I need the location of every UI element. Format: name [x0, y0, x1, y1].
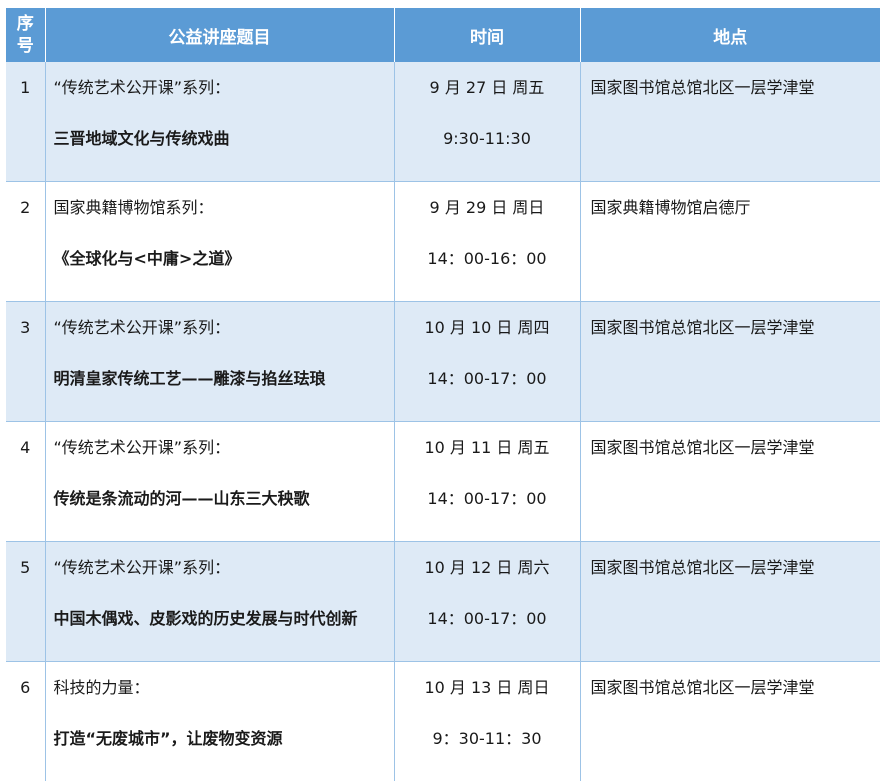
lecture-location-cell: 国家典籍博物馆启德厅: [580, 182, 880, 302]
lecture-date: 10 月 12 日 周六: [395, 558, 580, 609]
lecture-date: 10 月 13 日 周日: [395, 678, 580, 729]
table-body: 1 “传统艺术公开课”系列： 三晋地域文化与传统戏曲 9 月 27 日 周五 9…: [6, 62, 880, 781]
lecture-topic: 三晋地域文化与传统戏曲: [54, 129, 394, 149]
table-row: 4 “传统艺术公开课”系列： 传统是条流动的河——山东三大秧歌 10 月 11 …: [6, 422, 880, 542]
lecture-title-cell: “传统艺术公开课”系列： 传统是条流动的河——山东三大秧歌: [45, 422, 394, 542]
lecture-hours: 14：00-17：00: [395, 489, 580, 509]
lecture-title-cell: 国家典籍博物馆系列： 《全球化与<中庸>之道》: [45, 182, 394, 302]
lecture-schedule-table: 序 号 公益讲座题目 时间 地点 1 “传统艺术公开课”系列： 三晋地域文化与传…: [6, 8, 880, 781]
lecture-series: “传统艺术公开课”系列：: [54, 78, 394, 129]
lecture-location: 国家图书馆总馆北区一层学津堂: [591, 438, 881, 458]
lecture-topic: 《全球化与<中庸>之道》: [54, 249, 394, 269]
lecture-date: 10 月 11 日 周五: [395, 438, 580, 489]
row-number: 1: [6, 62, 45, 182]
lecture-series: “传统艺术公开课”系列：: [54, 438, 394, 489]
lecture-location-cell: 国家图书馆总馆北区一层学津堂: [580, 422, 880, 542]
table-row: 5 “传统艺术公开课”系列： 中国木偶戏、皮影戏的历史发展与时代创新 10 月 …: [6, 542, 880, 662]
lecture-location-cell: 国家图书馆总馆北区一层学津堂: [580, 542, 880, 662]
lecture-time-cell: 9 月 27 日 周五 9:30-11:30: [394, 62, 580, 182]
lecture-location-cell: 国家图书馆总馆北区一层学津堂: [580, 302, 880, 422]
lecture-hours: 9：30-11：30: [395, 729, 580, 749]
lecture-series: 国家典籍博物馆系列：: [54, 198, 394, 249]
lecture-schedule-table-wrapper: 序 号 公益讲座题目 时间 地点 1 “传统艺术公开课”系列： 三晋地域文化与传…: [6, 8, 880, 781]
row-number: 4: [6, 422, 45, 542]
header-location: 地点: [580, 8, 880, 62]
lecture-location: 国家图书馆总馆北区一层学津堂: [591, 678, 881, 698]
lecture-location-cell: 国家图书馆总馆北区一层学津堂: [580, 62, 880, 182]
lecture-hours: 14：00-17：00: [395, 369, 580, 389]
lecture-series: “传统艺术公开课”系列：: [54, 558, 394, 609]
lecture-location: 国家图书馆总馆北区一层学津堂: [591, 78, 881, 98]
lecture-hours: 14：00-17：00: [395, 609, 580, 629]
table-row: 6 科技的力量： 打造“无废城市”，让废物变资源 10 月 13 日 周日 9：…: [6, 662, 880, 781]
lecture-hours: 14：00-16：00: [395, 249, 580, 269]
lecture-date: 9 月 27 日 周五: [395, 78, 580, 129]
row-number: 5: [6, 542, 45, 662]
lecture-series: “传统艺术公开课”系列：: [54, 318, 394, 369]
row-number: 6: [6, 662, 45, 781]
lecture-time-cell: 10 月 11 日 周五 14：00-17：00: [394, 422, 580, 542]
lecture-topic: 中国木偶戏、皮影戏的历史发展与时代创新: [54, 609, 394, 629]
lecture-time-cell: 10 月 13 日 周日 9：30-11：30: [394, 662, 580, 781]
lecture-topic: 明清皇家传统工艺——雕漆与掐丝珐琅: [54, 369, 394, 389]
header-number-line2: 号: [6, 35, 45, 57]
lecture-time-cell: 10 月 12 日 周六 14：00-17：00: [394, 542, 580, 662]
row-number: 2: [6, 182, 45, 302]
lecture-location-cell: 国家图书馆总馆北区一层学津堂: [580, 662, 880, 781]
lecture-date: 9 月 29 日 周日: [395, 198, 580, 249]
lecture-title-cell: “传统艺术公开课”系列： 明清皇家传统工艺——雕漆与掐丝珐琅: [45, 302, 394, 422]
lecture-title-cell: “传统艺术公开课”系列： 中国木偶戏、皮影戏的历史发展与时代创新: [45, 542, 394, 662]
lecture-date: 10 月 10 日 周四: [395, 318, 580, 369]
lecture-time-cell: 9 月 29 日 周日 14：00-16：00: [394, 182, 580, 302]
lecture-location: 国家图书馆总馆北区一层学津堂: [591, 318, 881, 338]
lecture-location: 国家典籍博物馆启德厅: [591, 198, 881, 218]
table-row: 1 “传统艺术公开课”系列： 三晋地域文化与传统戏曲 9 月 27 日 周五 9…: [6, 62, 880, 182]
table-header: 序 号 公益讲座题目 时间 地点: [6, 8, 880, 62]
table-row: 2 国家典籍博物馆系列： 《全球化与<中庸>之道》 9 月 29 日 周日 14…: [6, 182, 880, 302]
lecture-hours: 9:30-11:30: [395, 129, 580, 149]
row-number: 3: [6, 302, 45, 422]
lecture-title-cell: “传统艺术公开课”系列： 三晋地域文化与传统戏曲: [45, 62, 394, 182]
lecture-title-cell: 科技的力量： 打造“无废城市”，让废物变资源: [45, 662, 394, 781]
lecture-series: 科技的力量：: [54, 678, 394, 729]
header-title: 公益讲座题目: [45, 8, 394, 62]
lecture-location: 国家图书馆总馆北区一层学津堂: [591, 558, 881, 578]
header-number-line1: 序: [6, 13, 45, 35]
table-row: 3 “传统艺术公开课”系列： 明清皇家传统工艺——雕漆与掐丝珐琅 10 月 10…: [6, 302, 880, 422]
header-number: 序 号: [6, 8, 45, 62]
lecture-topic: 传统是条流动的河——山东三大秧歌: [54, 489, 394, 509]
header-time: 时间: [394, 8, 580, 62]
lecture-time-cell: 10 月 10 日 周四 14：00-17：00: [394, 302, 580, 422]
lecture-topic: 打造“无废城市”，让废物变资源: [54, 729, 394, 749]
header-row: 序 号 公益讲座题目 时间 地点: [6, 8, 880, 62]
